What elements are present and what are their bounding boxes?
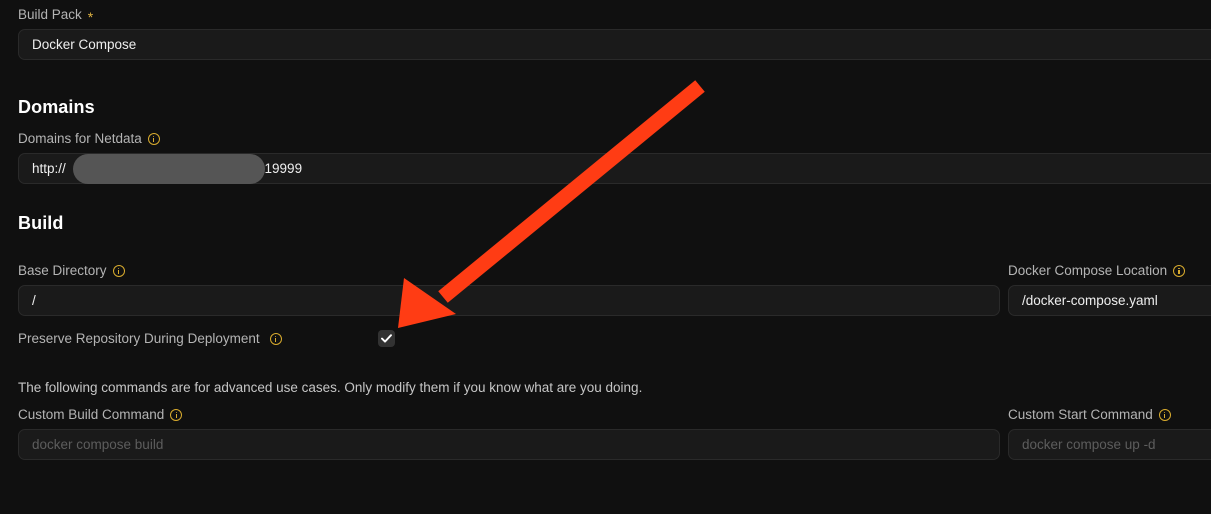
info-circle-icon[interactable] [269, 333, 282, 345]
checkmark-icon [381, 334, 392, 343]
advanced-commands-note: The following commands are for advanced … [18, 380, 643, 395]
base-directory-label: Base Directory [18, 263, 125, 279]
custom-build-command-input[interactable]: docker compose build [18, 429, 1000, 460]
docker-compose-location-value: /docker-compose.yaml [1022, 293, 1158, 308]
arrow-shaft [438, 80, 705, 303]
preserve-repository-label: Preserve Repository During Deployment [18, 331, 282, 347]
docker-compose-location-label-text: Docker Compose Location [1008, 263, 1168, 278]
info-circle-icon[interactable] [1173, 265, 1186, 277]
info-circle-icon[interactable] [147, 133, 160, 145]
base-directory-label-text: Base Directory [18, 263, 107, 278]
domain-value-prefix: http:// [32, 161, 66, 176]
custom-build-command-placeholder: docker compose build [32, 437, 164, 452]
custom-start-command-label: Custom Start Command [1008, 407, 1171, 423]
docker-compose-location-label: Docker Compose Location [1008, 263, 1186, 279]
domains-for-netdata-label-text: Domains for Netdata [18, 131, 142, 146]
build-pack-value: Docker Compose [32, 37, 137, 52]
domain-value-suffix: :19999 [260, 161, 303, 176]
build-pack-select[interactable]: Docker Compose [18, 29, 1211, 60]
preserve-repository-checkbox[interactable] [378, 330, 395, 347]
custom-build-command-label-text: Custom Build Command [18, 407, 165, 422]
build-pack-label: Build Pack * [18, 7, 94, 25]
custom-start-command-placeholder: docker compose up -d [1022, 437, 1156, 452]
build-section-heading: Build [18, 213, 64, 233]
custom-start-command-input[interactable]: docker compose up -d [1008, 429, 1211, 460]
base-directory-value: / [32, 293, 36, 308]
settings-form-page: Build Pack * Docker Compose Domains Doma… [0, 0, 1211, 514]
preserve-repository-label-text: Preserve Repository During Deployment [18, 331, 260, 346]
base-directory-input[interactable]: / [18, 285, 1000, 316]
info-circle-icon[interactable] [1158, 409, 1171, 421]
info-circle-icon[interactable] [170, 409, 183, 421]
info-circle-icon[interactable] [112, 265, 125, 277]
redaction-blob [73, 154, 265, 184]
domains-section-heading: Domains [18, 97, 95, 117]
docker-compose-location-input[interactable]: /docker-compose.yaml [1008, 285, 1211, 316]
custom-build-command-label: Custom Build Command [18, 407, 183, 423]
custom-start-command-label-text: Custom Start Command [1008, 407, 1153, 422]
domains-for-netdata-label: Domains for Netdata [18, 131, 160, 147]
build-pack-label-text: Build Pack [18, 7, 82, 22]
required-asterisk: * [87, 9, 94, 25]
